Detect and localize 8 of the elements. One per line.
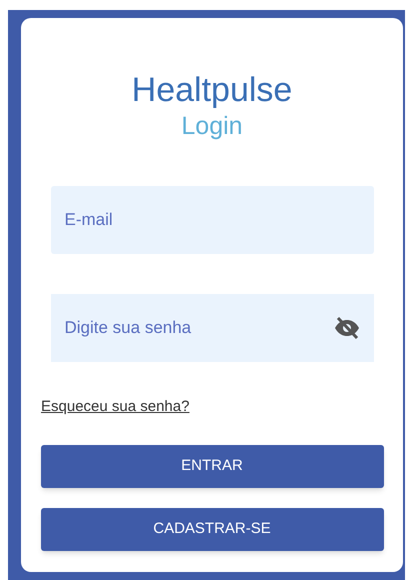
eye-slash-icon[interactable] <box>334 317 360 339</box>
app-title: Healtpulse <box>132 70 292 110</box>
forgot-password-link[interactable]: Esqueceu sua senha? <box>41 398 190 415</box>
email-field[interactable]: E-mail <box>50 186 374 254</box>
signup-button[interactable]: CADASTRAR-SE <box>40 508 384 551</box>
login-button[interactable]: ENTRAR <box>40 445 384 488</box>
password-field[interactable]: Digite sua senha <box>50 294 374 362</box>
login-heading: Login <box>181 111 243 141</box>
